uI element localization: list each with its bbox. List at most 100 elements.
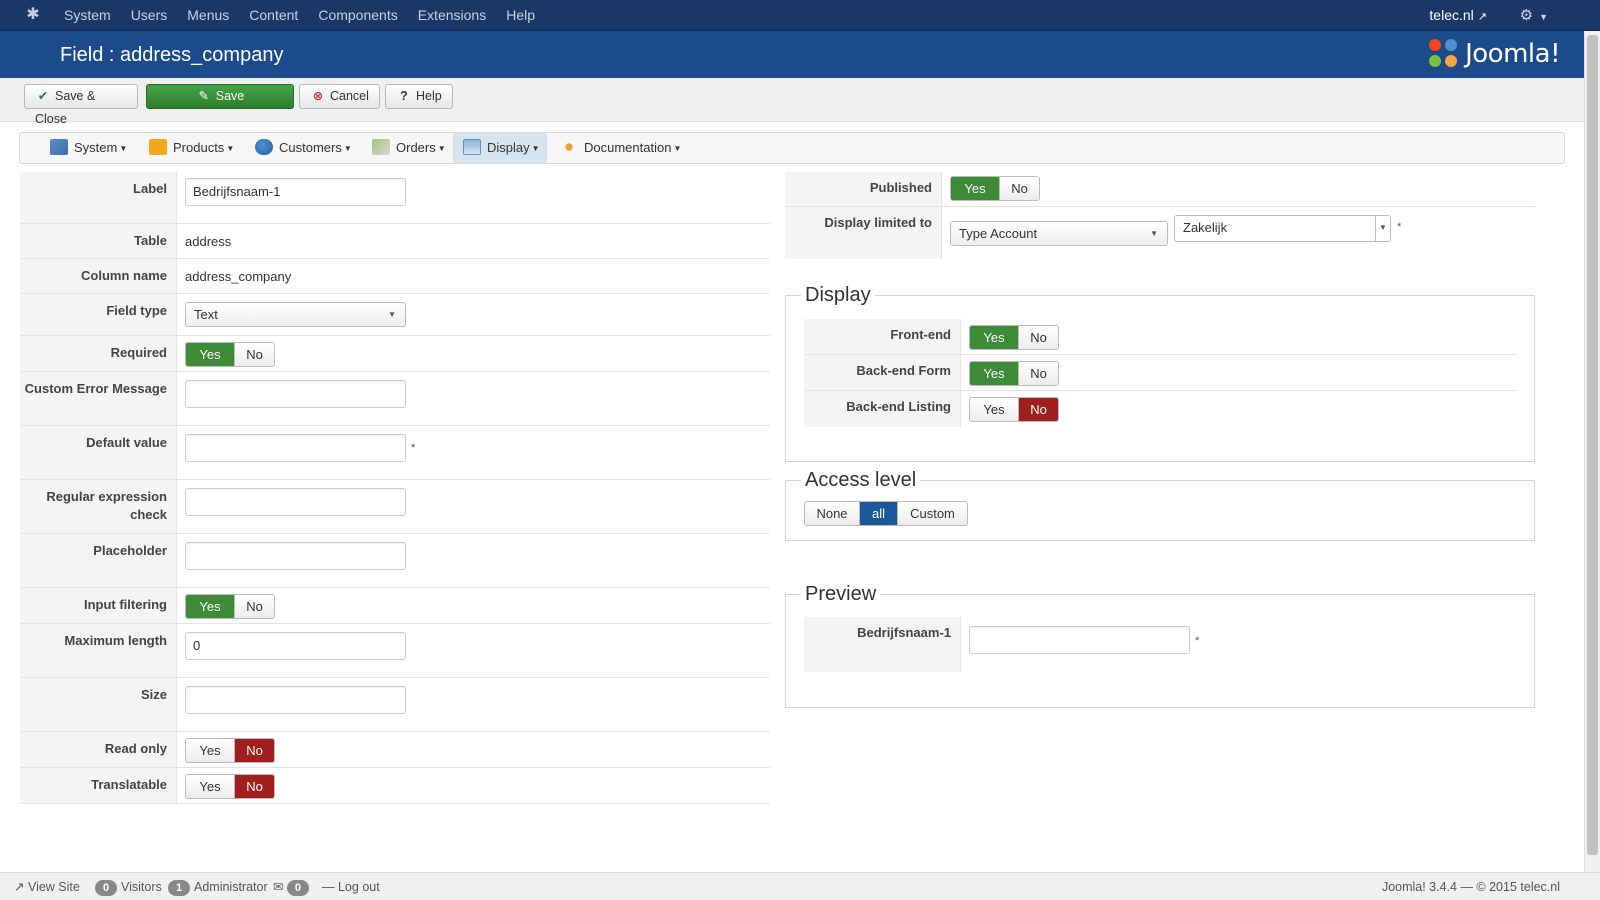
default-value-input[interactable] [185,434,406,462]
menu-users[interactable]: Users [121,0,178,31]
menu-components[interactable]: Components [308,0,407,31]
chevron-down-icon: ▼ [119,144,128,153]
row-size: Size [20,678,770,732]
row-default-value: Default value * [20,426,770,480]
cancel-label: Cancel [330,89,369,103]
published-toggle: Yes No [950,176,1040,201]
row-display-limited: Display limited to Type Account ▼ Zakelij… [785,207,1535,259]
submenu-customers[interactable]: Customers ▼ [255,133,352,163]
logout-link[interactable]: — Log out [322,873,380,900]
backend-form-yes[interactable]: Yes [970,362,1018,385]
read-only-yes[interactable]: Yes [186,739,234,762]
custom-error-input[interactable] [185,380,406,408]
backend-listing-label: Back-end Listing [804,391,961,427]
label-input[interactable]: Bedrijfsnaam-1 [185,178,406,206]
joomla-logo-icon[interactable]: ✱ [24,6,42,24]
display-legend: Display [801,283,875,307]
gear-icon: ⚙ [1519,7,1534,24]
translatable-yes[interactable]: Yes [186,775,234,798]
translatable-no[interactable]: No [234,775,274,798]
toolbar: ✔ Save & Close ✎ Save ⊗ Cancel ? Help [0,78,1600,126]
required-toggle: Yes No [185,342,275,367]
help-label: Help [416,89,442,103]
help-icon: ? [400,89,408,103]
page-scrollbar[interactable] [1584,31,1600,872]
submenu-orders[interactable]: Orders ▼ [372,133,446,163]
display-limited-type-select[interactable]: Type Account ▼ [950,221,1168,246]
access-custom[interactable]: Custom [897,502,967,525]
input-filtering-yes[interactable]: Yes [186,595,234,618]
mail-count-badge: 0 [286,880,309,896]
chevron-down-icon: ▼ [1539,12,1548,22]
placeholder-input[interactable] [185,542,406,570]
check-icon: ✔ [37,89,49,103]
published-no[interactable]: No [999,177,1039,200]
row-table: Table address [20,224,770,259]
save-button[interactable]: ✎ Save [146,84,294,109]
mail-icon: ✉ [273,880,284,894]
submenu-products[interactable]: Products ▼ [149,133,234,163]
required-star: * [1397,221,1402,233]
menu-extensions[interactable]: Extensions [408,0,496,31]
box-icon [149,139,167,155]
required-label: Required [20,336,177,371]
chevron-down-icon: ▼ [343,144,352,153]
row-label: Label Bedrijfsnaam-1 [20,172,770,224]
max-length-input[interactable]: 0 [185,632,406,660]
size-input[interactable] [185,686,406,714]
field-type-label: Field type [20,294,177,335]
access-level-legend: Access level [801,468,921,492]
help-button[interactable]: ? Help [385,84,453,109]
user-menu[interactable]: ⚙ ▼ [1520,0,1548,31]
field-type-select[interactable]: Text ▼ [185,302,406,327]
backend-form-toggle: Yes No [969,361,1059,386]
access-none[interactable]: None [805,502,859,525]
save-label: Save [215,89,245,103]
menu-help[interactable]: Help [496,0,545,31]
backend-listing-no[interactable]: No [1018,398,1058,421]
regex-input[interactable] [185,488,406,516]
row-placeholder: Placeholder [20,534,770,588]
display-limited-value-select[interactable]: Zakelijk ▼ [1174,215,1391,242]
mail-status[interactable]: ✉ 0 [273,873,313,900]
published-label: Published [785,172,942,206]
required-star: * [411,442,416,454]
submenu-documentation[interactable]: Documentation ▼ [560,133,681,163]
row-read-only: Read only Yes No [20,732,770,768]
joomla-wordmark: Joomla! [1465,39,1560,69]
orders-icon [372,139,390,155]
site-link[interactable]: telec.nl ↗ [1429,0,1487,31]
display-limited-label: Display limited to [785,207,942,259]
administrator-status[interactable]: 1 Administrator [168,873,268,900]
joomla-mark-icon [1429,39,1459,69]
submenu-display[interactable]: Display ▼ [453,133,547,163]
view-site-link[interactable]: ↗ View Site [14,873,80,900]
read-only-no[interactable]: No [234,739,274,762]
preview-input[interactable] [969,626,1190,654]
scrollbar-thumb[interactable] [1587,35,1598,855]
visitors-status[interactable]: 0 Visitors [95,873,162,900]
menu-content[interactable]: Content [239,0,308,31]
required-no[interactable]: No [234,343,274,366]
visitors-count-badge: 0 [95,880,117,896]
required-yes[interactable]: Yes [186,343,234,366]
submenu-system[interactable]: System ▼ [50,133,127,163]
published-yes[interactable]: Yes [951,177,999,200]
default-value-label: Default value [20,426,177,479]
translatable-toggle: Yes No [185,774,275,799]
dropdown-arrow-icon: ▼ [1375,216,1390,241]
cancel-button[interactable]: ⊗ Cancel [299,84,380,109]
input-filtering-no[interactable]: No [234,595,274,618]
access-all[interactable]: all [859,502,897,525]
frontend-label: Front-end [804,319,961,354]
frontend-no[interactable]: No [1018,326,1058,349]
backend-listing-yes[interactable]: Yes [970,398,1018,421]
row-published: Published Yes No [785,172,1535,207]
backend-form-no[interactable]: No [1018,362,1058,385]
frontend-yes[interactable]: Yes [970,326,1018,349]
menu-menus[interactable]: Menus [177,0,239,31]
save-close-button[interactable]: ✔ Save & Close [24,84,138,126]
submenu-products-label: Products [173,140,225,155]
menu-system[interactable]: System [54,0,121,31]
size-label: Size [20,678,177,731]
